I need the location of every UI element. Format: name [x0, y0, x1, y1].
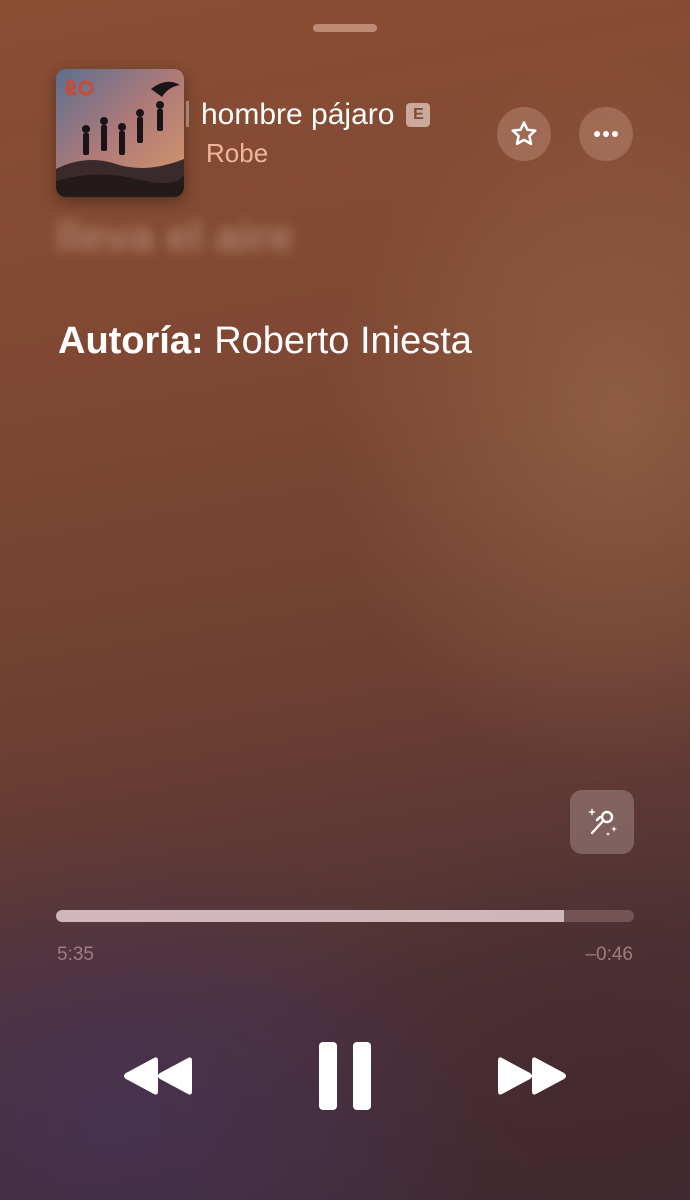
previous-track-button[interactable] [115, 1048, 197, 1104]
track-title-row[interactable]: hombre pájaro E [186, 98, 431, 132]
track-title: hombre pájaro [186, 98, 394, 132]
progress-fill [56, 910, 565, 922]
star-icon [511, 121, 537, 146]
album-artwork[interactable] [56, 69, 184, 197]
faded-lyric-line[interactable]: lleva el aire [56, 212, 293, 262]
sheet-grabber-handle[interactable] [313, 24, 377, 32]
album-artwork-image [56, 69, 184, 197]
more-options-button[interactable] [579, 107, 633, 161]
rewind-icon [124, 1057, 192, 1095]
next-track-button[interactable] [493, 1048, 575, 1104]
pause-button[interactable] [310, 1036, 380, 1116]
track-artist[interactable]: Robe [206, 138, 268, 169]
microphone-sparkles-icon [588, 808, 617, 836]
pause-icon [319, 1042, 371, 1110]
favorite-button[interactable] [497, 107, 551, 161]
ellipsis-icon [594, 131, 618, 137]
credits-value: Roberto Iniesta [214, 320, 472, 362]
explicit-badge: E [406, 103, 431, 127]
fast-forward-icon [498, 1057, 566, 1095]
songwriter-credits: Autoría: Roberto Iniesta [58, 320, 472, 363]
playback-progress-slider[interactable] [56, 910, 634, 922]
elapsed-time: 5:35 [57, 944, 94, 965]
remaining-time: –0:46 [585, 944, 633, 965]
sing-lyrics-button[interactable] [570, 790, 634, 854]
credits-label: Autoría: [58, 320, 204, 362]
